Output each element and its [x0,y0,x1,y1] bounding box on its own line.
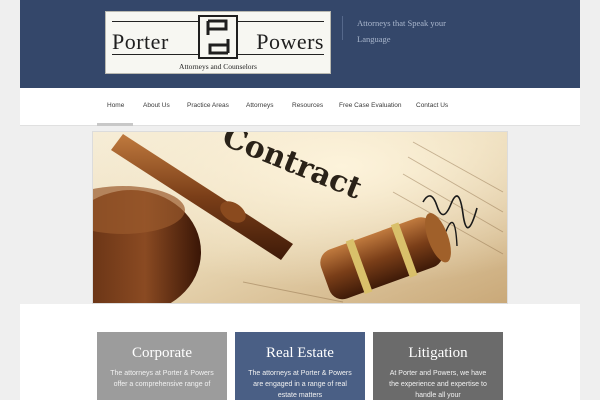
practice-areas-section: Corporate The attorneys at Porter & Powe… [20,304,580,400]
site-logo[interactable]: Porter Powers Attorneys and Counselors [105,11,331,74]
nav-active-indicator [97,123,133,126]
nav-item-home[interactable]: Home [107,102,124,109]
gavel-contract-illustration: Contract [93,132,507,303]
card-real-estate[interactable]: Real Estate The attorneys at Porter & Po… [235,332,365,400]
card-text: At Porter and Powers, we have the experi… [389,370,487,399]
nav-item-free-case-evaluation[interactable]: Free Case Evaluation [339,102,402,109]
nav-item-resources[interactable]: Resources [292,102,323,109]
card-litigation[interactable]: Litigation At Porter and Powers, we have… [373,332,503,400]
card-title: Litigation [408,345,468,361]
card-title: Corporate [132,345,192,361]
card-text: The attorneys at Porter & Powers offer a… [110,370,214,388]
logo-name-right: Powers [256,29,324,54]
site-tagline: Attorneys that Speak your Language [357,18,446,44]
nav-item-practice-areas[interactable]: Practice Areas [187,102,229,109]
card-corporate[interactable]: Corporate The attorneys at Porter & Powe… [97,332,227,400]
hero-image: Contract [92,131,508,304]
nav-item-contact-us[interactable]: Contact Us [416,102,448,109]
nav-item-about-us[interactable]: About Us [143,102,170,109]
card-title: Real Estate [266,345,334,361]
logo-subtitle: Attorneys and Counselors [179,62,257,71]
nav-item-attorneys[interactable]: Attorneys [246,102,273,109]
pp-monogram-icon [198,15,238,59]
card-text: The attorneys at Porter & Powers are eng… [248,370,352,399]
main-nav: Home About Us Practice Areas Attorneys R… [20,88,580,126]
site-header: Porter Powers Attorneys and Counselors A… [20,0,580,88]
tagline-divider [342,16,343,40]
logo-name-left: Porter [112,29,169,54]
